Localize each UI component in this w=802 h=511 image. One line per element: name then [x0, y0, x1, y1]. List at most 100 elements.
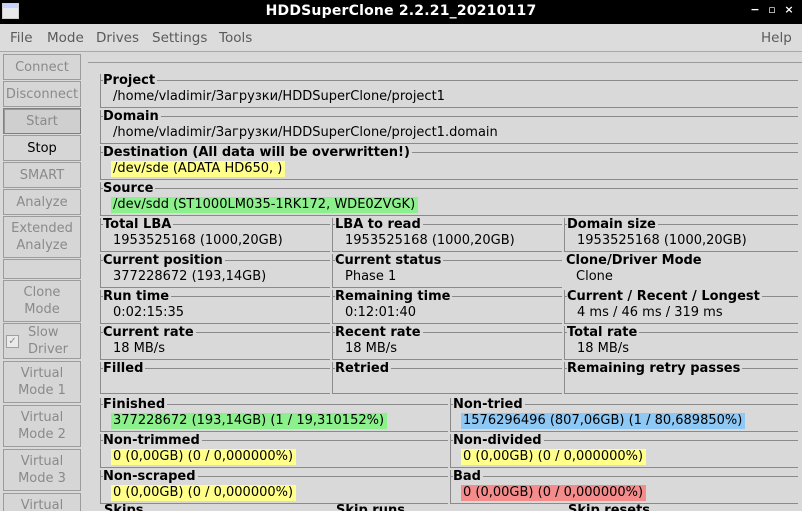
recent-rate-group: Recent rate 18 MB/s — [332, 325, 562, 360]
non-tried-label: Non-tried — [453, 397, 525, 412]
blank-button[interactable] — [3, 259, 81, 279]
remaining-retry-label: Remaining retry passes — [567, 361, 743, 376]
non-divided-label: Non-divided — [453, 433, 544, 448]
virtual-mode-1-label-2: Mode 1 — [18, 383, 66, 398]
clone-mode-label-2: Mode — [24, 302, 60, 317]
non-scraped-value: 0 (0,00GB) (0 / 0,000000%) — [111, 485, 297, 501]
clone-mode-label-1: Clone — [23, 285, 61, 300]
remaining-time-value: 0:12:01:40 — [345, 305, 417, 320]
disconnect-button[interactable]: Disconnect — [3, 81, 81, 107]
virtual-mode-3-label-2: Mode 3 — [18, 471, 66, 486]
non-trimmed-group: Non-trimmed 0 (0,00GB) (0 / 0,000000%) — [100, 433, 448, 468]
non-tried-value: 1576296496 (807,06GB) (1 / 80,689850%) — [461, 413, 746, 429]
total-rate-value: 18 MB/s — [577, 341, 629, 356]
virtual-mode-1-label-1: Virtual — [20, 366, 64, 381]
current-rate-group: Current rate 18 MB/s — [100, 325, 330, 360]
virtual-mode-3-label-1: Virtual — [20, 454, 64, 469]
extended-analyze-label-1: Extended — [11, 221, 73, 236]
non-scraped-label: Non-scraped — [103, 469, 198, 484]
project-group: Project /home/vladimir/Загрузки/HDDSuper… — [100, 73, 798, 108]
slow-driver-label-2: Driver — [28, 342, 69, 357]
current-position-group: Current position 377228672 (193,14GB) — [100, 253, 330, 288]
lba-to-read-label: LBA to read — [335, 217, 423, 232]
menu-mode[interactable]: Mode — [47, 30, 84, 46]
domain-size-value: 1953525168 (1000,20GB) — [577, 233, 747, 248]
status-panel-border — [88, 62, 802, 63]
clone-mode-button[interactable]: Clone Mode — [3, 280, 81, 322]
analyze-button[interactable]: Analyze — [3, 189, 81, 215]
source-label: Source — [103, 181, 156, 196]
analyze-label: Analyze — [16, 194, 68, 210]
window-title: HDDSuperClone 2.2.21_20210117 — [265, 3, 537, 19]
sidebar: Connect Disconnect Start Stop SMART Anal… — [0, 52, 84, 511]
filled-label: Filled — [103, 361, 146, 376]
run-time-group: Run time 0:02:15:35 — [100, 289, 330, 324]
cur-recent-longest-label: Current / Recent / Longest — [567, 289, 762, 304]
menu-tools[interactable]: Tools — [219, 30, 252, 46]
finished-group: Finished 377228672 (193,14GB) (1 / 19,31… — [100, 397, 448, 432]
menu-bar: File Mode Drives Settings Tools Help — [0, 24, 802, 52]
menu-file[interactable]: File — [10, 30, 33, 46]
total-rate-group: Total rate 18 MB/s — [564, 325, 798, 360]
destination-group: Destination (All data will be overwritte… — [100, 145, 798, 180]
title-bar: HDDSuperClone 2.2.21_20210117 − ▫ × — [0, 0, 802, 24]
virtual-mode-4-label-1: Virtual — [20, 498, 64, 511]
menu-settings[interactable]: Settings — [152, 30, 207, 46]
stop-label: Stop — [27, 140, 57, 156]
total-lba-value: 1953525168 (1000,20GB) — [113, 233, 283, 248]
start-label: Start — [26, 113, 58, 129]
source-value: /dev/sdd (ST1000LM035-1RK172, WDE0ZVGK) — [111, 197, 419, 213]
close-icon[interactable]: × — [782, 3, 796, 16]
project-value: /home/vladimir/Загрузки/HDDSuperClone/pr… — [113, 89, 445, 104]
smart-button[interactable]: SMART — [3, 162, 81, 188]
menu-drives[interactable]: Drives — [96, 30, 139, 46]
menu-help[interactable]: Help — [761, 30, 792, 46]
clone-driver-mode-label: Clone/Driver Mode — [566, 253, 704, 268]
remaining-time-label: Remaining time — [335, 289, 453, 304]
virtual-mode-4-button[interactable]: Virtual — [3, 493, 81, 511]
current-position-label: Current position — [103, 253, 225, 268]
connect-label: Connect — [15, 59, 69, 75]
project-label: Project — [103, 73, 158, 88]
connect-button[interactable]: Connect — [3, 54, 81, 80]
current-status-value: Phase 1 — [345, 269, 397, 284]
cur-recent-longest-value: 4 ms / 46 ms / 319 ms — [577, 305, 723, 320]
minimize-icon[interactable]: − — [748, 3, 762, 16]
domain-group: Domain /home/vladimir/Загрузки/HDDSuperC… — [100, 109, 798, 144]
checkmark-icon[interactable]: ✓ — [6, 334, 19, 348]
virtual-mode-2-button[interactable]: Virtual Mode 2 — [3, 405, 81, 447]
lba-to-read-group: LBA to read 1953525168 (1000,20GB) — [332, 217, 562, 252]
domain-size-group: Domain size 1953525168 (1000,20GB) — [564, 217, 798, 252]
bad-group: Bad 0 (0,00GB) (0 / 0,000000%) — [450, 469, 798, 504]
extended-analyze-label-2: Analyze — [16, 238, 68, 253]
non-divided-group: Non-divided 0 (0,00GB) (0 / 0,000000%) — [450, 433, 798, 468]
retried-label: Retried — [335, 361, 392, 376]
stop-button[interactable]: Stop — [3, 135, 81, 161]
skip-runs-label: Skip runs — [336, 503, 405, 511]
run-time-value: 0:02:15:35 — [113, 305, 185, 320]
non-divided-value: 0 (0,00GB) (0 / 0,000000%) — [461, 449, 647, 465]
maximize-icon[interactable]: ▫ — [765, 3, 779, 16]
retried-group: Retried — [332, 361, 562, 394]
start-button[interactable]: Start — [3, 108, 81, 134]
bad-value: 0 (0,00GB) (0 / 0,000000%) — [461, 485, 647, 501]
current-status-label: Current status — [335, 253, 444, 268]
domain-size-label: Domain size — [567, 217, 658, 232]
virtual-mode-1-button[interactable]: Virtual Mode 1 — [3, 361, 81, 403]
total-lba-label: Total LBA — [103, 217, 174, 232]
slow-driver-checkbox[interactable]: ✓ Slow Driver — [3, 323, 81, 359]
clone-driver-mode-group: Clone/Driver Mode Clone — [564, 253, 798, 288]
destination-value: /dev/sde (ADATA HD650, ) — [111, 161, 286, 177]
virtual-mode-3-button[interactable]: Virtual Mode 3 — [3, 449, 81, 491]
smart-label: SMART — [19, 167, 65, 183]
cur-recent-longest-group: Current / Recent / Longest 4 ms / 46 ms … — [564, 289, 798, 324]
current-rate-value: 18 MB/s — [113, 341, 165, 356]
skip-resets-label: Skip resets — [568, 503, 651, 511]
recent-rate-label: Recent rate — [335, 325, 423, 340]
clone-driver-mode-value: Clone — [576, 269, 613, 284]
remaining-time-group: Remaining time 0:12:01:40 — [332, 289, 562, 324]
extended-analyze-button[interactable]: Extended Analyze — [3, 216, 81, 258]
disconnect-label: Disconnect — [5, 86, 79, 102]
virtual-mode-2-label-1: Virtual — [20, 410, 64, 425]
current-position-value: 377228672 (193,14GB) — [113, 269, 267, 284]
